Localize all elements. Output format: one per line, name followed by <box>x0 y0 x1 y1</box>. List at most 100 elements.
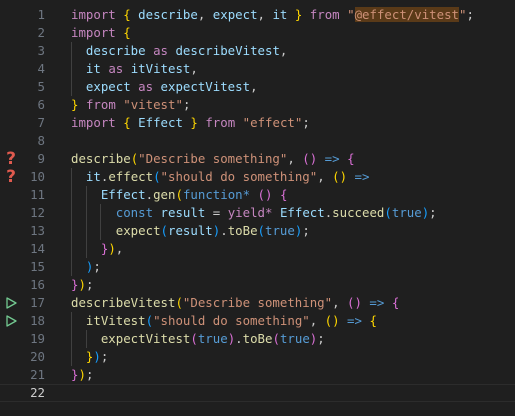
code-token: ; <box>317 331 325 346</box>
indent-guide <box>71 78 72 96</box>
code-token: ; <box>182 97 191 112</box>
code-line[interactable]: ? 10 it.effect("should do something", () … <box>0 168 515 186</box>
code-token: const <box>115 205 154 220</box>
code-token: ( <box>272 331 280 346</box>
code-token: true <box>279 331 310 346</box>
line-number: 11 <box>30 187 45 202</box>
code-token: Effect <box>138 115 183 130</box>
code-line[interactable]: 4 it as itVitest, <box>0 60 515 78</box>
code-token: "Describe something" <box>138 151 288 166</box>
code-line[interactable]: 16}); <box>0 276 515 294</box>
run-test-icon[interactable] <box>3 312 19 330</box>
indent-guide <box>85 240 87 258</box>
indent-guide <box>100 222 102 240</box>
code-token: true <box>391 205 422 220</box>
code-text: itVitest("should do something", () => { <box>71 312 377 330</box>
code-token: ( <box>257 223 266 238</box>
code-line[interactable]: 2 import { <box>0 24 515 42</box>
code-token: ; <box>302 115 310 130</box>
code-line[interactable]: 19 expectVitest(true).toBe(true); <box>0 330 515 348</box>
code-token: ; <box>466 7 474 22</box>
code-token: () <box>257 187 273 202</box>
indent-guide <box>71 240 72 258</box>
test-status-unknown-icon[interactable]: ? <box>3 168 19 186</box>
code-line[interactable]: 8 <box>0 132 515 150</box>
code-token: { <box>123 25 131 40</box>
code-token: " <box>347 7 355 22</box>
code-token: ( <box>160 223 168 238</box>
code-token: ; <box>85 367 94 382</box>
code-line[interactable]: 7 import { Effect } from "effect"; <box>0 114 515 132</box>
code-line[interactable]: 21}); <box>0 366 515 384</box>
line-number: 10 <box>30 169 45 184</box>
code-token: . <box>145 187 154 202</box>
code-token: it <box>85 169 101 184</box>
code-token: , <box>309 313 325 328</box>
indent-guide <box>71 258 72 276</box>
code-token: as <box>153 43 168 58</box>
code-token: expect <box>212 7 258 22</box>
code-line[interactable]: 18 itVitest("should do something", () =>… <box>0 312 515 330</box>
code-line[interactable]: 13 expect(result).toBe(true); <box>0 222 515 240</box>
code-token: () <box>302 151 318 166</box>
line-number: 18 <box>30 313 45 328</box>
code-line[interactable]: 1 import { describe, expect, it } from "@… <box>0 6 515 24</box>
code-token: expect <box>85 79 131 94</box>
code-token: ; <box>85 277 94 292</box>
code-token: ) <box>93 349 101 364</box>
test-status-unknown-icon[interactable]: ? <box>3 150 19 168</box>
code-line[interactable]: 20 }); <box>0 348 515 366</box>
code-token: "Describe something" <box>182 295 333 310</box>
code-text: describe("Describe something", () => { <box>71 150 355 168</box>
code-line[interactable]: 22 <box>0 384 515 402</box>
line-number: 15 <box>30 259 45 274</box>
code-token: ( <box>384 205 392 220</box>
code-token: "effect" <box>242 115 303 130</box>
line-number: 16 <box>30 277 45 292</box>
indent-guide <box>71 222 72 240</box>
code-text: import { describe, expect, it } from "@e… <box>71 6 474 24</box>
code-line[interactable]: 12 const result = yield* Effect.succeed(… <box>0 204 515 222</box>
code-token: true <box>197 331 228 346</box>
line-number: 3 <box>37 43 45 58</box>
code-token: describeVitest <box>71 295 176 310</box>
code-token: toBe <box>242 331 273 346</box>
code-line[interactable]: 17 describeVitest("Describe something", (… <box>0 294 515 312</box>
code-line[interactable]: 15 ); <box>0 258 515 276</box>
code-text: ); <box>71 258 101 276</box>
code-line[interactable]: ? 9 describe("Describe something", () => { <box>0 150 515 168</box>
code-token: , <box>287 151 303 166</box>
code-token: effect <box>108 169 154 184</box>
code-line[interactable]: 14 }), <box>0 240 515 258</box>
code-line[interactable]: 5 expect as expectVitest, <box>0 78 515 96</box>
code-token: , <box>257 7 273 22</box>
code-token: import <box>71 7 116 22</box>
code-token: result <box>160 205 206 220</box>
code-token: @effect/vitest <box>354 7 460 22</box>
line-number: 22 <box>30 385 45 400</box>
code-token: function* <box>182 187 251 202</box>
code-token: expectVitest <box>160 79 251 94</box>
code-token: succeed <box>332 205 385 220</box>
code-line[interactable]: 3 describe as describeVitest, <box>0 42 515 60</box>
code-token: ; <box>302 223 310 238</box>
run-test-icon[interactable] <box>3 294 19 312</box>
indent-guide <box>71 330 72 348</box>
code-text: const result = yield* Effect.succeed(tru… <box>71 204 437 222</box>
code-editor[interactable]: 1 import { describe, expect, it } from "@… <box>0 6 515 402</box>
code-token: ( <box>175 295 183 310</box>
code-line[interactable]: 11 Effect.gen(function* () { <box>0 186 515 204</box>
code-line[interactable]: 6} from "vitest"; <box>0 96 515 114</box>
line-number: 4 <box>37 61 45 76</box>
code-token: yield* <box>227 205 273 220</box>
